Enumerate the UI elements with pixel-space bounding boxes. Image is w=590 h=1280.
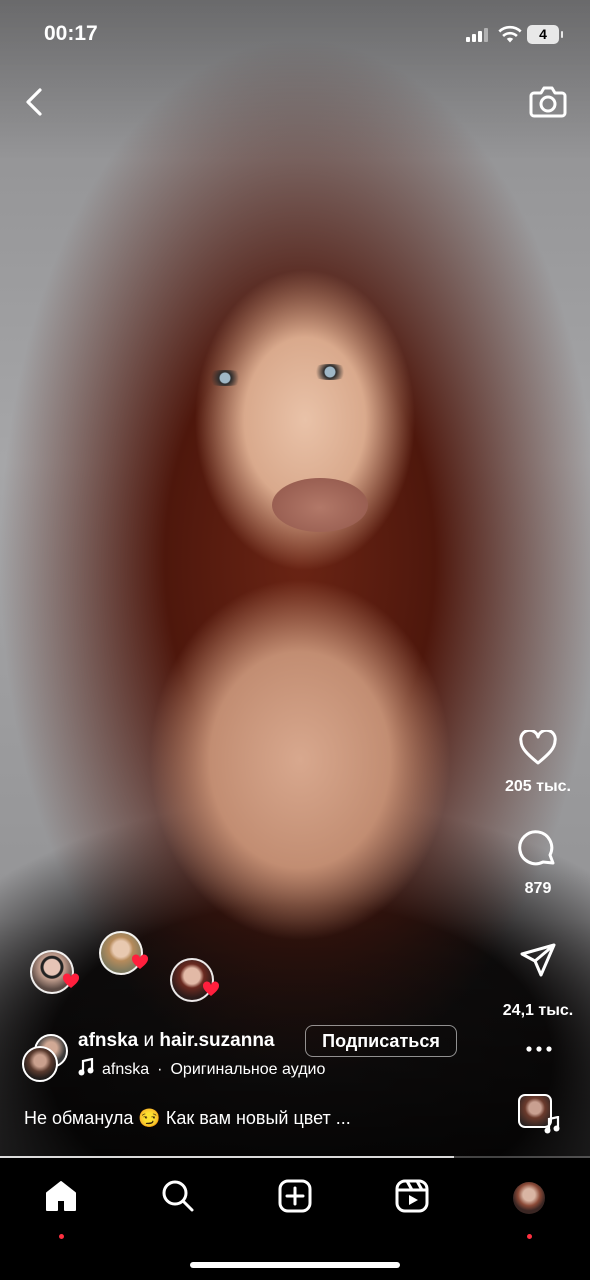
home-indicator — [190, 1262, 400, 1268]
audio-link[interactable]: afnska · Оригинальное аудио — [78, 1057, 326, 1081]
notification-dot — [527, 1234, 532, 1239]
reels-icon — [395, 1179, 429, 1218]
nav-create[interactable] — [273, 1176, 317, 1220]
avatar — [22, 1046, 58, 1082]
audio-separator: · — [157, 1060, 163, 1078]
audio-thumbnail[interactable] — [518, 1094, 560, 1134]
caption-text-more: Как вам новый цвет ... — [165, 1108, 351, 1128]
nav-home[interactable] — [39, 1176, 83, 1239]
like-action: 205 тыс. — [494, 726, 582, 796]
comment-icon[interactable] — [516, 828, 560, 872]
like-count[interactable]: 205 тыс. — [494, 778, 582, 796]
search-icon — [161, 1179, 195, 1218]
audio-title: Оригинальное аудио — [170, 1060, 326, 1078]
status-time: 00:17 — [44, 22, 98, 45]
nav-search[interactable] — [156, 1176, 200, 1220]
cellular-signal-icon — [466, 28, 492, 42]
battery-indicator: 4 — [527, 25, 563, 44]
author-avatars[interactable] — [22, 1034, 72, 1084]
caption-emoji: 😏 — [138, 1108, 161, 1128]
avatar — [513, 1182, 545, 1214]
back-icon[interactable] — [18, 84, 50, 120]
share-count[interactable]: 24,1 тыс. — [494, 1002, 582, 1020]
music-note-icon — [78, 1057, 94, 1081]
post-caption[interactable]: Не обманула 😏 Как вам новый цвет ... — [24, 1108, 351, 1129]
notification-dot — [59, 1234, 64, 1239]
follow-button[interactable]: Подписаться — [305, 1025, 457, 1057]
audio-author: afnska — [102, 1060, 150, 1078]
home-icon — [44, 1180, 78, 1217]
create-icon — [278, 1179, 312, 1218]
reaction-avatar[interactable] — [170, 958, 220, 1002]
author-link[interactable]: afnska — [78, 1030, 138, 1051]
share-action: 24,1 тыс. — [494, 938, 582, 1020]
comment-action: 879 — [494, 828, 582, 898]
nav-reels[interactable] — [390, 1176, 434, 1220]
camera-icon[interactable] — [526, 82, 570, 122]
collab-author-link[interactable]: hair.suzanna — [159, 1030, 274, 1051]
wifi-icon — [498, 24, 522, 44]
music-note-icon — [544, 1115, 560, 1139]
comment-count[interactable]: 879 — [494, 880, 582, 898]
heart-badge-icon — [202, 981, 220, 1002]
heart-icon[interactable] — [516, 726, 560, 770]
send-icon[interactable] — [516, 938, 560, 982]
reaction-avatar[interactable] — [30, 950, 80, 994]
heart-badge-icon — [62, 973, 80, 994]
nav-profile[interactable] — [507, 1176, 551, 1239]
more-icon[interactable] — [522, 1034, 556, 1064]
heart-badge-icon — [131, 954, 149, 975]
author-conjunction: и — [143, 1030, 155, 1051]
reaction-avatar[interactable] — [99, 931, 149, 975]
author-names: afnska и hair.suzanna — [78, 1030, 275, 1052]
caption-text: Не обманула — [24, 1108, 134, 1128]
